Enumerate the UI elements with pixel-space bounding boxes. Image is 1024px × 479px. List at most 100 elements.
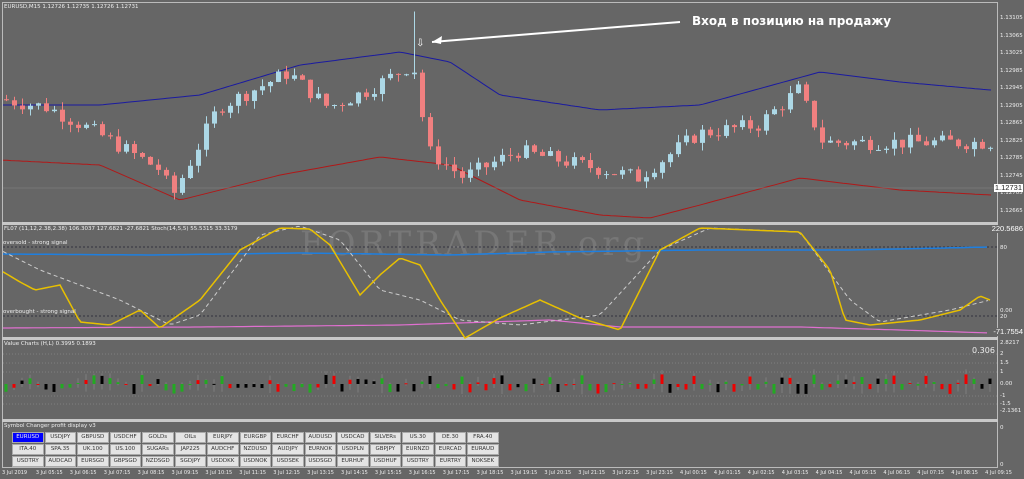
symbol-button-usdcad[interactable]: USDCAD bbox=[337, 432, 369, 443]
candle-body bbox=[500, 154, 505, 162]
symbol-button-usdsgd[interactable]: USDSGD bbox=[304, 456, 336, 467]
value-bar bbox=[852, 382, 856, 384]
candle-body bbox=[636, 169, 641, 182]
symbol-button-eurusd[interactable]: EURUSD bbox=[12, 432, 44, 443]
candle-body bbox=[12, 100, 17, 106]
value-tick: 2 bbox=[1000, 351, 1004, 357]
candle-body bbox=[228, 105, 233, 113]
candle-body bbox=[324, 93, 329, 106]
candle-body bbox=[28, 105, 33, 110]
candle-body bbox=[860, 139, 865, 142]
time-tick: 4 Jul 03:15 bbox=[781, 470, 809, 476]
candle-body bbox=[388, 73, 393, 79]
symbol-button-uk100[interactable]: UK.100 bbox=[77, 444, 109, 455]
symbol-button-usdpln[interactable]: USDPLN bbox=[337, 444, 369, 455]
symbol-button-eurnzd[interactable]: EURNZD bbox=[402, 444, 434, 455]
value-bar bbox=[908, 383, 912, 385]
value-bar bbox=[716, 384, 720, 393]
value-bar bbox=[276, 384, 280, 392]
symbol-button-usddkk[interactable]: USDDKK bbox=[207, 456, 239, 467]
symbol-button-eursgd[interactable]: EURSGD bbox=[77, 456, 109, 467]
candle-body bbox=[724, 125, 729, 136]
symbol-button-fra40[interactable]: FRA.40 bbox=[467, 432, 499, 443]
symbol-button-oils[interactable]: OILs bbox=[174, 432, 206, 443]
symbol-button-usdhuf[interactable]: USDHUF bbox=[369, 456, 401, 467]
symbol-button-jap225[interactable]: JAP225 bbox=[174, 444, 206, 455]
time-tick: 4 Jul 02:15 bbox=[747, 470, 775, 476]
value-bar bbox=[940, 384, 944, 390]
time-tick: 3 Jul 18:15 bbox=[476, 470, 504, 476]
value-bar bbox=[724, 381, 728, 384]
value-bar bbox=[36, 384, 40, 385]
symbol-button-eurcad[interactable]: EURCAD bbox=[434, 444, 466, 455]
value-bar bbox=[532, 378, 536, 384]
time-tick: 3 Jul 21:15 bbox=[578, 470, 606, 476]
symbol-button-us30[interactable]: US.30 bbox=[402, 432, 434, 443]
candle-body bbox=[772, 109, 777, 115]
chart-canvas[interactable]: ⇩ FORTRADER.org bbox=[0, 0, 1024, 479]
symbol-button-euraud[interactable]: EURAUD bbox=[467, 444, 499, 455]
symbol-button-usdjpy[interactable]: USDJPY bbox=[44, 432, 76, 443]
price-tick: 1.12825 bbox=[1000, 137, 1023, 144]
candle-body bbox=[76, 124, 81, 128]
symbol-button-eurgbp[interactable]: EURGBP bbox=[239, 432, 271, 443]
symbol-button-usdtry[interactable]: USDTRY bbox=[402, 456, 434, 467]
candle-body bbox=[212, 111, 217, 124]
symbol-button-ita40[interactable]: ITA.40 bbox=[12, 444, 44, 455]
value-bar bbox=[556, 384, 560, 393]
down-arrow-icon: ⇩ bbox=[416, 38, 424, 49]
symbol-button-sugars[interactable]: SUGARs bbox=[142, 444, 174, 455]
value-bar bbox=[628, 383, 632, 385]
value-bar bbox=[252, 384, 256, 388]
symbol-button-gbpsgd[interactable]: GBPSGD bbox=[109, 456, 141, 467]
symbol-button-noksek[interactable]: NOKSEK bbox=[467, 456, 499, 467]
candle-body bbox=[812, 100, 817, 128]
candle-body bbox=[316, 93, 321, 99]
value-bar bbox=[692, 375, 696, 384]
candle-body bbox=[788, 93, 793, 110]
time-tick: 4 Jul 05:15 bbox=[849, 470, 877, 476]
value-bar bbox=[308, 384, 312, 393]
symbol-button-silvers[interactable]: SILVERs bbox=[369, 432, 401, 443]
symbol-button-gbpjpy[interactable]: GBPJPY bbox=[369, 444, 401, 455]
symbol-button-usdnok[interactable]: USDNOK bbox=[239, 456, 271, 467]
symbol-button-golds[interactable]: GOLDs bbox=[142, 432, 174, 443]
value-bar bbox=[436, 384, 440, 389]
symbol-button-usdsek[interactable]: USDSEK bbox=[272, 456, 304, 467]
symbol-button-gbpusd[interactable]: GBPUSD bbox=[77, 432, 109, 443]
candle-body bbox=[204, 123, 209, 150]
symbol-button-spa35[interactable]: SPA.35 bbox=[44, 444, 76, 455]
value-bar bbox=[108, 378, 112, 384]
symbol-button-audcad[interactable]: AUDCAD bbox=[44, 456, 76, 467]
symbol-button-audchf[interactable]: AUDCHF bbox=[207, 444, 239, 455]
value-bar bbox=[324, 374, 328, 384]
indicator-axis-max: 220.5686 bbox=[991, 224, 1023, 233]
symbol-button-usdchf[interactable]: USDCHF bbox=[109, 432, 141, 443]
candle-body bbox=[700, 129, 705, 143]
symbol-button-eurhuf[interactable]: EURHUF bbox=[337, 456, 369, 467]
candle-body bbox=[580, 157, 585, 161]
value-bar bbox=[516, 384, 520, 388]
value-bar bbox=[892, 375, 896, 384]
price-tick: 1.12665 bbox=[1000, 207, 1023, 214]
time-tick: 3 Jul 22:15 bbox=[612, 470, 639, 476]
symbol-button-audusd[interactable]: AUDUSD bbox=[304, 432, 336, 443]
symbol-button-de30[interactable]: DE.30 bbox=[434, 432, 466, 443]
symbol-button-nzdsgd[interactable]: NZDSGD bbox=[142, 456, 174, 467]
value-bar bbox=[652, 379, 656, 384]
value-bar bbox=[420, 381, 424, 384]
symbol-button-eurtry[interactable]: EURTRY bbox=[434, 456, 466, 467]
value-bar bbox=[212, 383, 216, 385]
candle-body bbox=[908, 134, 913, 148]
symbol-button-usdtry[interactable]: USDTRY bbox=[12, 456, 44, 467]
symbol-button-nzdusd[interactable]: NZDUSD bbox=[239, 444, 271, 455]
value-bar bbox=[548, 377, 552, 384]
candle-body bbox=[508, 154, 513, 156]
symbol-button-us100[interactable]: US.100 bbox=[109, 444, 141, 455]
symbol-button-eurchf[interactable]: EURCHF bbox=[272, 432, 304, 443]
symbol-button-eurjpy[interactable]: EURJPY bbox=[207, 432, 239, 443]
symbol-button-eurnok[interactable]: EURNOK bbox=[304, 444, 336, 455]
candle-body bbox=[92, 124, 97, 126]
symbol-button-sgdjpy[interactable]: SGDJPY bbox=[174, 456, 206, 467]
symbol-button-audjpy[interactable]: AUDJPY bbox=[272, 444, 304, 455]
